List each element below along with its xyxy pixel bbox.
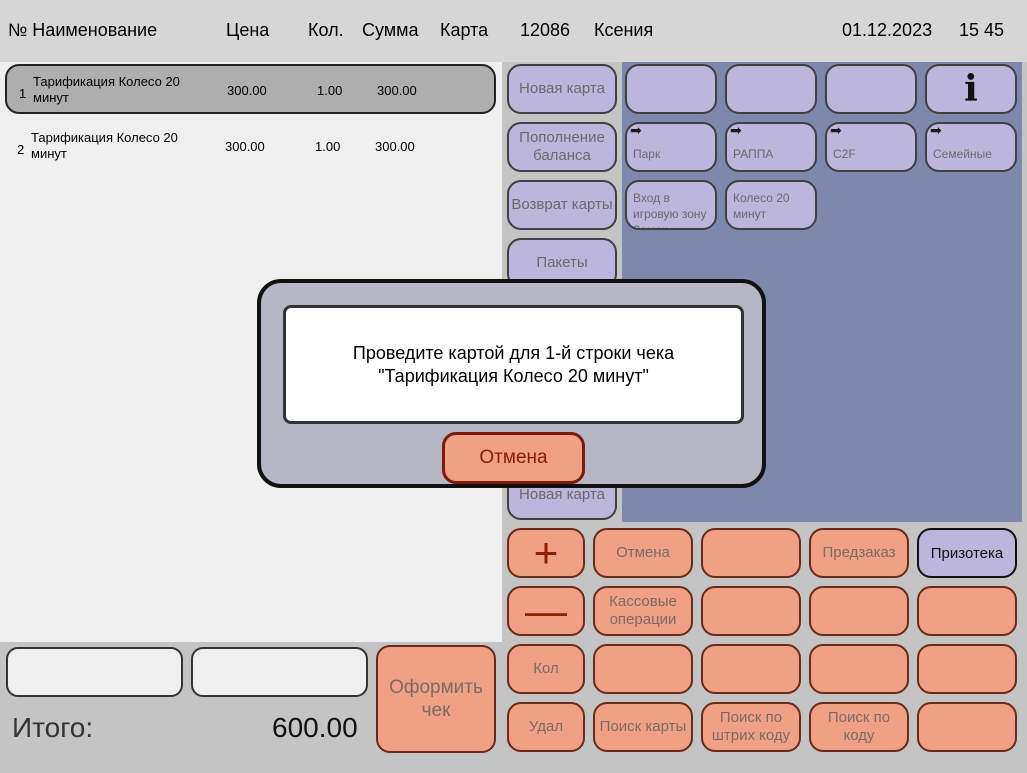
tile-park[interactable]: ➡ Парк bbox=[625, 122, 717, 172]
receipt-row[interactable]: 1 Тарификация Колесо 20 минут 300.00 1.0… bbox=[5, 64, 496, 114]
empty-op-button[interactable] bbox=[917, 702, 1017, 752]
find-barcode-button[interactable]: Поиск по штрих коду bbox=[701, 702, 801, 752]
delete-button[interactable]: Удал bbox=[507, 702, 585, 752]
terminal-id: 12086 bbox=[520, 20, 571, 40]
empty-op-button[interactable] bbox=[701, 644, 801, 694]
category-top-up[interactable]: Пополнение баланса bbox=[507, 122, 617, 172]
category-new-card[interactable]: Новая карта bbox=[507, 64, 617, 114]
minus-button[interactable]: — bbox=[507, 586, 585, 636]
input-field-2[interactable] bbox=[191, 647, 368, 697]
card-swipe-dialog: Проведите картой для 1-й строки чека "Та… bbox=[257, 279, 766, 488]
folder-arrow-icon: ➡ bbox=[630, 122, 642, 138]
input-field-1[interactable] bbox=[6, 647, 183, 697]
empty-op-button[interactable] bbox=[809, 586, 909, 636]
row-sum: 300.00 bbox=[377, 83, 417, 98]
tile-c2f[interactable]: ➡ C2F bbox=[825, 122, 917, 172]
empty-tile[interactable] bbox=[625, 64, 717, 114]
plus-button[interactable]: + bbox=[507, 528, 585, 578]
row-number: 2 bbox=[17, 142, 25, 157]
cash-operations-button[interactable]: Кассовые операции bbox=[593, 586, 693, 636]
header-bar: № Наименование Цена Кол. Сумма Карта 120… bbox=[0, 0, 1027, 62]
empty-op-button[interactable] bbox=[917, 644, 1017, 694]
empty-op-button[interactable] bbox=[917, 586, 1017, 636]
cashier-name: Ксения bbox=[594, 20, 654, 40]
time: 15 45 bbox=[959, 20, 1005, 40]
category-return-card[interactable]: Возврат карты bbox=[507, 180, 617, 230]
tile-game-zone[interactable]: Вход в игровую зону Замок bbox=[625, 180, 717, 230]
folder-arrow-icon: ➡ bbox=[930, 122, 942, 138]
empty-op-button[interactable] bbox=[809, 644, 909, 694]
col-qty-header: Кол. bbox=[308, 20, 344, 40]
empty-tile[interactable] bbox=[825, 64, 917, 114]
folder-arrow-icon: ➡ bbox=[730, 122, 742, 138]
empty-op-button[interactable] bbox=[701, 528, 801, 578]
dialog-message: Проведите картой для 1-й строки чека "Та… bbox=[283, 305, 744, 424]
row-name: Тарификация Колесо 20 минут bbox=[33, 74, 180, 105]
tile-wheel-20[interactable]: Колесо 20 минут bbox=[725, 180, 817, 230]
row-qty: 1.00 bbox=[315, 139, 341, 154]
col-price-header: Цена bbox=[226, 20, 270, 40]
quantity-button[interactable]: Кол bbox=[507, 644, 585, 694]
receipt-row[interactable]: 2 Тарификация Колесо 20 минут 300.00 1.0… bbox=[5, 122, 496, 172]
row-price: 300.00 bbox=[225, 139, 265, 154]
row-price: 300.00 bbox=[227, 83, 267, 98]
find-code-button[interactable]: Поиск по коду bbox=[809, 702, 909, 752]
preorder-button[interactable]: Предзаказ bbox=[809, 528, 909, 578]
dialog-cancel-button[interactable]: Отмена bbox=[442, 432, 585, 484]
cancel-button[interactable]: Отмена bbox=[593, 528, 693, 578]
col-sum-header: Сумма bbox=[362, 20, 419, 40]
row-name: Тарификация Колесо 20 минут bbox=[31, 130, 178, 161]
tile-rappa[interactable]: ➡ РАППА bbox=[725, 122, 817, 172]
total-value: 600.00 bbox=[272, 712, 358, 743]
date: 01.12.2023 bbox=[842, 20, 933, 40]
info-button[interactable]: i bbox=[925, 64, 1017, 114]
find-card-button[interactable]: Поиск карты bbox=[593, 702, 693, 752]
prize-shop-button[interactable]: Призотека bbox=[917, 528, 1017, 578]
row-number: 1 bbox=[19, 86, 27, 101]
row-qty: 1.00 bbox=[317, 83, 343, 98]
total-label: Итого: bbox=[12, 712, 94, 743]
empty-op-button[interactable] bbox=[593, 644, 693, 694]
empty-op-button[interactable] bbox=[701, 586, 801, 636]
tile-family[interactable]: ➡ Семейные bbox=[925, 122, 1017, 172]
col-num-name-header: № Наименование bbox=[8, 20, 158, 40]
row-sum: 300.00 bbox=[375, 139, 415, 154]
info-icon: i bbox=[964, 67, 978, 110]
empty-tile[interactable] bbox=[725, 64, 817, 114]
folder-arrow-icon: ➡ bbox=[830, 122, 842, 138]
dialog-message-line-1: Проведите картой для 1-й строки чека bbox=[352, 342, 675, 363]
col-card-header: Карта bbox=[440, 20, 489, 40]
dialog-message-line-2: "Тарификация Колесо 20 минут" bbox=[378, 365, 649, 386]
checkout-button[interactable]: Оформить чек bbox=[376, 645, 496, 753]
